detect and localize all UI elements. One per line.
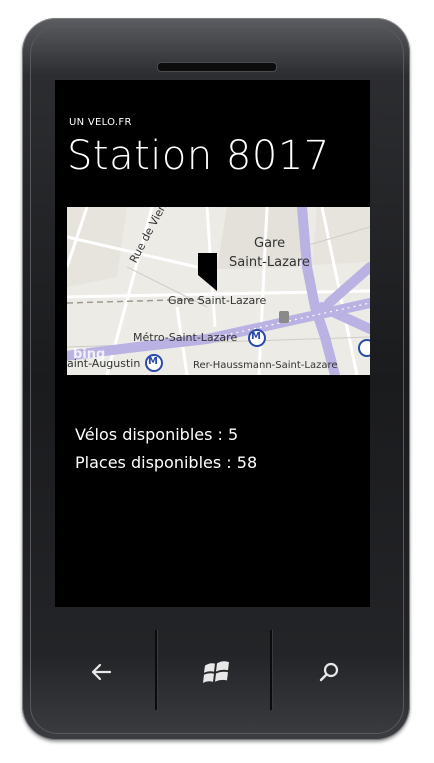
- page-title: Station 8017: [67, 133, 330, 179]
- bing-logo: bing: [73, 347, 106, 362]
- button-divider: [155, 630, 157, 710]
- bikes-available: Vélos disponibles : 5: [75, 425, 239, 444]
- metro-icon-augustin: M: [148, 356, 158, 367]
- metro-icon: M: [251, 331, 261, 342]
- map-label-saint-lazare: Saint-Lazare: [229, 255, 310, 270]
- back-arrow-icon: [91, 663, 112, 681]
- speaker-grille: [157, 62, 277, 72]
- map-label-metro-saint-lazare: Métro-Saint-Lazare: [133, 331, 238, 344]
- map-graphic: [67, 207, 370, 375]
- search-button[interactable]: [275, 632, 383, 712]
- search-icon: [319, 662, 339, 682]
- map-label-gare-saint-lazare: Gare Saint-Lazare: [168, 294, 267, 307]
- windows-logo-icon: [203, 661, 229, 683]
- places-available: Places disponibles : 58: [75, 453, 258, 472]
- button-divider: [270, 630, 272, 710]
- map-label-gare: Gare: [254, 236, 286, 251]
- station-map[interactable]: Gare Saint-Lazare Rue de Vienne Gare Sai…: [67, 207, 370, 375]
- app-title: UN VELO.FR: [69, 117, 132, 128]
- back-button[interactable]: [47, 632, 155, 712]
- start-button[interactable]: [163, 632, 271, 712]
- map-label-rer-haussmann: Rer-Haussmann-Saint-Lazare: [193, 360, 338, 371]
- screen: UN VELO.FR Station 8017 Gare Saint-Lazar…: [55, 80, 370, 607]
